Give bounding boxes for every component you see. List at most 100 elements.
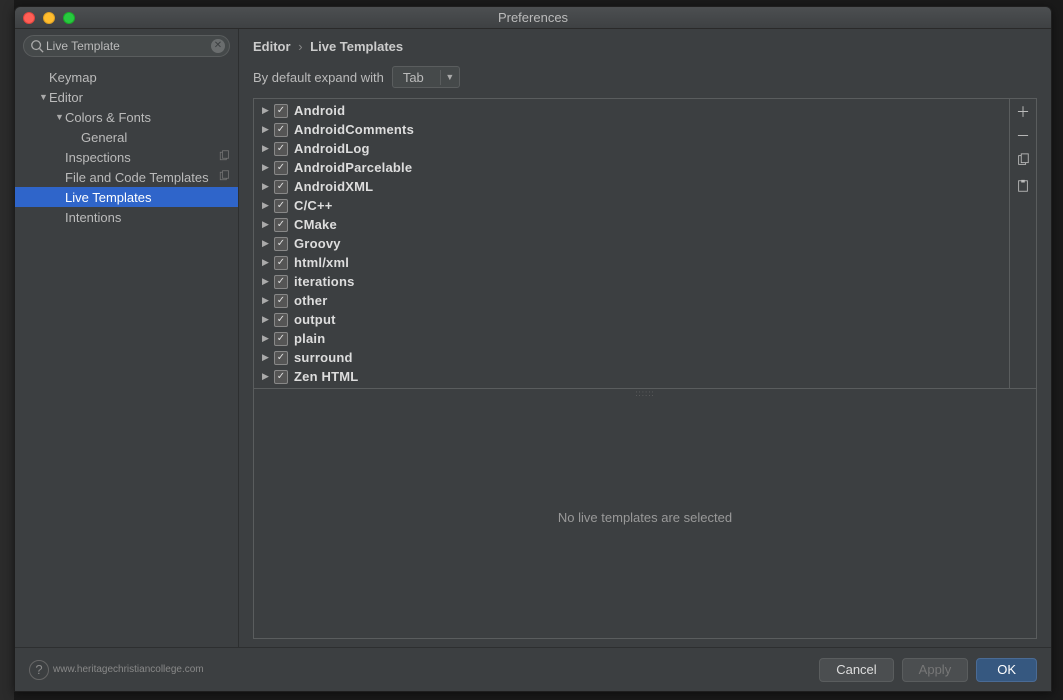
- sidebar-item-label: General: [81, 130, 238, 145]
- preferences-tree[interactable]: Keymap▼Editor▼Colors & FontsGeneralInspe…: [15, 63, 238, 647]
- template-group-row[interactable]: ▶✓other: [254, 291, 1009, 310]
- template-group-name: other: [294, 293, 328, 308]
- main-panel: Editor › Live Templates By default expan…: [239, 29, 1051, 647]
- template-checkbox[interactable]: ✓: [274, 237, 288, 251]
- sidebar-item-label: Editor: [49, 90, 238, 105]
- sidebar-item-label: File and Code Templates: [65, 170, 238, 185]
- add-template-button[interactable]: ＋: [1016, 105, 1030, 119]
- template-group-row[interactable]: ▶✓Android: [254, 101, 1009, 120]
- template-checkbox[interactable]: ✓: [274, 256, 288, 270]
- template-checkbox[interactable]: ✓: [274, 199, 288, 213]
- template-group-name: output: [294, 312, 336, 327]
- sidebar-item-file-and-code-templates[interactable]: File and Code Templates: [15, 167, 238, 187]
- search-field[interactable]: ✕: [23, 35, 230, 57]
- ok-button[interactable]: OK: [976, 658, 1037, 682]
- cancel-button[interactable]: Cancel: [819, 658, 893, 682]
- breadcrumb: Editor › Live Templates: [239, 29, 1051, 62]
- expand-with-row: By default expand with Tab ▼: [239, 62, 1051, 98]
- clear-search-icon[interactable]: ✕: [211, 39, 225, 53]
- apply-button[interactable]: Apply: [902, 658, 969, 682]
- watermark-text: www.heritagechristiancollege.com: [53, 664, 204, 675]
- close-window-button[interactable]: [23, 12, 35, 24]
- sidebar-item-colors-fonts[interactable]: ▼Colors & Fonts: [15, 107, 238, 127]
- template-checkbox[interactable]: ✓: [274, 332, 288, 346]
- caret-right-icon: ▶: [262, 181, 274, 192]
- caret-right-icon: ▶: [262, 257, 274, 268]
- template-group-list[interactable]: ▶✓Android▶✓AndroidComments▶✓AndroidLog▶✓…: [253, 98, 1009, 389]
- template-group-row[interactable]: ▶✓plain: [254, 329, 1009, 348]
- template-checkbox[interactable]: ✓: [274, 370, 288, 384]
- titlebar[interactable]: Preferences: [15, 7, 1051, 29]
- template-group-row[interactable]: ▶✓ output: [254, 310, 1009, 329]
- sidebar-item-label: Keymap: [49, 70, 238, 85]
- sidebar-item-keymap[interactable]: Keymap: [15, 67, 238, 87]
- template-group-row[interactable]: ▶✓AndroidXML: [254, 177, 1009, 196]
- template-group-row[interactable]: ▶✓ Zen HTML: [254, 367, 1009, 386]
- remove-template-button[interactable]: －: [1016, 129, 1030, 143]
- chevron-right-icon: ›: [298, 39, 302, 54]
- caret-down-icon: ▼: [55, 112, 65, 122]
- template-checkbox[interactable]: ✓: [274, 180, 288, 194]
- template-group-row[interactable]: ▶✓iterations: [254, 272, 1009, 291]
- project-scope-icon: [218, 170, 230, 185]
- caret-right-icon: ▶: [262, 276, 274, 287]
- zoom-window-button[interactable]: [63, 12, 75, 24]
- breadcrumb-child: Live Templates: [310, 39, 403, 54]
- preferences-window: Preferences ✕ Keymap▼Editor▼Colors & Fon…: [14, 6, 1052, 692]
- footer: ? www.heritagechristiancollege.com Cance…: [15, 647, 1051, 691]
- template-toolbar: ＋ －: [1009, 98, 1037, 389]
- caret-right-icon: ▶: [262, 219, 274, 230]
- copy-template-button[interactable]: [1016, 153, 1030, 169]
- expand-with-label: By default expand with: [253, 70, 384, 85]
- paste-template-button[interactable]: [1016, 179, 1030, 195]
- template-group-row[interactable]: ▶✓AndroidParcelable: [254, 158, 1009, 177]
- template-checkbox[interactable]: ✓: [274, 104, 288, 118]
- caret-right-icon: ▶: [262, 200, 274, 211]
- editor-gutter: [0, 0, 14, 700]
- caret-down-icon: ▼: [39, 92, 49, 102]
- template-checkbox[interactable]: ✓: [274, 142, 288, 156]
- template-group-name: CMake: [294, 217, 337, 232]
- template-checkbox[interactable]: ✓: [274, 161, 288, 175]
- caret-right-icon: ▶: [262, 371, 274, 382]
- template-group-name: Zen HTML: [294, 369, 358, 384]
- template-checkbox[interactable]: ✓: [274, 123, 288, 137]
- window-title: Preferences: [15, 7, 1051, 29]
- template-group-row[interactable]: ▶✓AndroidComments: [254, 120, 1009, 139]
- sidebar-item-editor[interactable]: ▼Editor: [15, 87, 238, 107]
- minimize-window-button[interactable]: [43, 12, 55, 24]
- sidebar-item-intentions[interactable]: Intentions: [15, 207, 238, 227]
- template-checkbox[interactable]: ✓: [274, 218, 288, 232]
- template-group-row[interactable]: ▶✓html/xml: [254, 253, 1009, 272]
- template-group-row[interactable]: ▶✓C/C++: [254, 196, 1009, 215]
- template-group-row[interactable]: ▶✓ CMake: [254, 215, 1009, 234]
- template-group-name: Groovy: [294, 236, 341, 251]
- breadcrumb-parent: Editor: [253, 39, 291, 54]
- template-group-row[interactable]: ▶✓Groovy: [254, 234, 1009, 253]
- sidebar-item-label: Inspections: [65, 150, 238, 165]
- sidebar-item-inspections[interactable]: Inspections: [15, 147, 238, 167]
- template-detail-pane: No live templates are selected: [253, 397, 1037, 639]
- template-group-row[interactable]: ▶✓surround: [254, 348, 1009, 367]
- template-checkbox[interactable]: ✓: [274, 313, 288, 327]
- template-checkbox[interactable]: ✓: [274, 275, 288, 289]
- search-icon: [30, 39, 44, 58]
- sidebar-item-label: Live Templates: [65, 190, 238, 205]
- sidebar-item-live-templates[interactable]: Live Templates: [15, 187, 238, 207]
- template-checkbox[interactable]: ✓: [274, 294, 288, 308]
- empty-state-text: No live templates are selected: [558, 510, 732, 525]
- template-checkbox[interactable]: ✓: [274, 351, 288, 365]
- template-group-row[interactable]: ▶✓AndroidLog: [254, 139, 1009, 158]
- chevron-down-icon: ▼: [441, 72, 459, 82]
- caret-right-icon: ▶: [262, 162, 274, 173]
- traffic-lights: [23, 12, 75, 24]
- resize-handle[interactable]: ::::::: [253, 389, 1037, 397]
- caret-right-icon: ▶: [262, 352, 274, 363]
- caret-right-icon: ▶: [262, 314, 274, 325]
- search-input[interactable]: [46, 39, 207, 53]
- sidebar-item-label: Colors & Fonts: [65, 110, 238, 125]
- caret-right-icon: ▶: [262, 333, 274, 344]
- help-button[interactable]: ?: [29, 660, 49, 680]
- sidebar-item-general[interactable]: General: [15, 127, 238, 147]
- expand-with-select[interactable]: Tab ▼: [392, 66, 460, 88]
